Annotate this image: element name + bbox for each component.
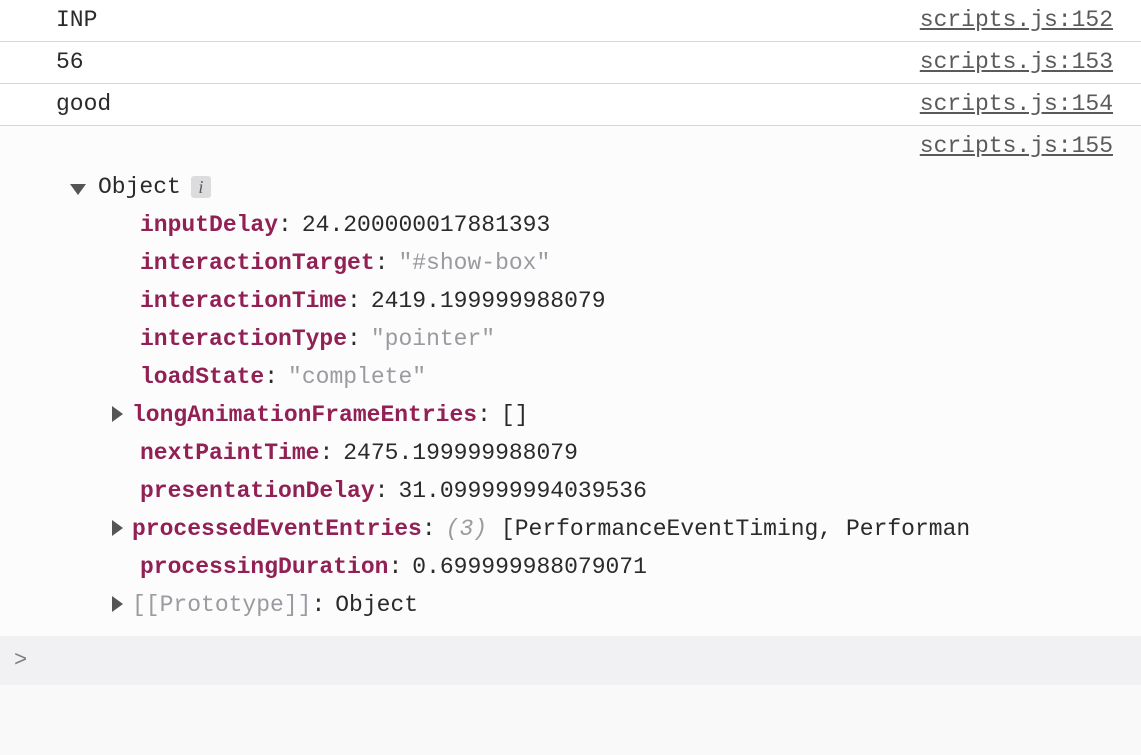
colon: :	[347, 288, 361, 314]
colon: :	[388, 554, 402, 580]
property-key: inputDelay	[140, 212, 278, 238]
chevron-right-icon[interactable]	[112, 406, 123, 422]
colon: :	[311, 592, 325, 618]
property-value: 2419.199999988079	[371, 288, 606, 314]
log-message: 56	[56, 49, 84, 75]
property-key: interactionType	[140, 326, 347, 352]
space	[487, 516, 501, 542]
property-value: "#show-box"	[398, 250, 550, 276]
prototype-value: Object	[335, 592, 418, 618]
log-source-link[interactable]: scripts.js:154	[920, 91, 1113, 117]
colon: :	[375, 250, 389, 276]
info-icon[interactable]: i	[191, 176, 211, 198]
colon: :	[347, 326, 361, 352]
log-source-link[interactable]: scripts.js:152	[920, 7, 1113, 33]
console-log-list: INP scripts.js:152 56 scripts.js:153 goo…	[0, 0, 1141, 685]
property-value: 31.099999994039536	[398, 478, 646, 504]
property-key: processingDuration	[140, 554, 388, 580]
property-key: interactionTarget	[140, 250, 375, 276]
object-property[interactable]: interactionType: "pointer"	[112, 320, 1113, 358]
object-expansion: Object i inputDelay: 24.200000017881393 …	[0, 168, 1141, 636]
property-value: 2475.199999988079	[343, 440, 578, 466]
object-header[interactable]: Object i	[56, 168, 1113, 206]
property-key: presentationDelay	[140, 478, 375, 504]
console-prompt[interactable]: >	[0, 636, 1141, 685]
object-property[interactable]: processingDuration: 0.699999988079071	[112, 548, 1113, 586]
property-key: longAnimationFrameEntries	[132, 402, 477, 428]
colon: :	[319, 440, 333, 466]
console-log-row: 56 scripts.js:153	[0, 42, 1141, 84]
property-value: 0.699999988079071	[412, 554, 647, 580]
chevron-right-icon[interactable]	[112, 596, 123, 612]
colon: :	[477, 402, 491, 428]
object-property[interactable]: interactionTarget: "#show-box"	[112, 244, 1113, 282]
property-value: "complete"	[288, 364, 426, 390]
object-property[interactable]: [[Prototype]]: Object	[112, 586, 1113, 624]
array-count: (3)	[446, 516, 487, 542]
console-log-row: scripts.js:155	[0, 126, 1141, 168]
log-source-link[interactable]: scripts.js:155	[920, 133, 1113, 159]
log-source-link[interactable]: scripts.js:153	[920, 49, 1113, 75]
colon: :	[375, 478, 389, 504]
property-value: []	[501, 402, 529, 428]
console-log-row: INP scripts.js:152	[0, 0, 1141, 42]
object-property[interactable]: longAnimationFrameEntries: []	[112, 396, 1113, 434]
chevron-right-icon[interactable]	[112, 520, 123, 536]
object-property[interactable]: interactionTime: 2419.199999988079	[112, 282, 1113, 320]
log-message: good	[56, 91, 111, 117]
object-property[interactable]: processedEventEntries: (3) [PerformanceE…	[112, 510, 1113, 548]
object-properties: inputDelay: 24.200000017881393 interacti…	[56, 206, 1113, 624]
log-message: INP	[56, 7, 97, 33]
console-log-row: good scripts.js:154	[0, 84, 1141, 126]
property-key: interactionTime	[140, 288, 347, 314]
property-value: "pointer"	[371, 326, 495, 352]
object-property[interactable]: inputDelay: 24.200000017881393	[112, 206, 1113, 244]
object-property[interactable]: loadState: "complete"	[112, 358, 1113, 396]
colon: :	[264, 364, 278, 390]
property-key: nextPaintTime	[140, 440, 319, 466]
colon: :	[278, 212, 292, 238]
property-key: processedEventEntries	[132, 516, 422, 542]
chevron-down-icon[interactable]	[70, 184, 86, 195]
property-key: loadState	[140, 364, 264, 390]
prototype-key: [[Prototype]]	[132, 592, 311, 618]
property-value: 24.200000017881393	[302, 212, 550, 238]
array-preview: [PerformanceEventTiming, Performan	[501, 516, 970, 542]
colon: :	[422, 516, 436, 542]
object-label: Object	[98, 174, 181, 200]
prompt-caret-icon: >	[14, 648, 27, 673]
object-property[interactable]: nextPaintTime: 2475.199999988079	[112, 434, 1113, 472]
object-property[interactable]: presentationDelay: 31.099999994039536	[112, 472, 1113, 510]
